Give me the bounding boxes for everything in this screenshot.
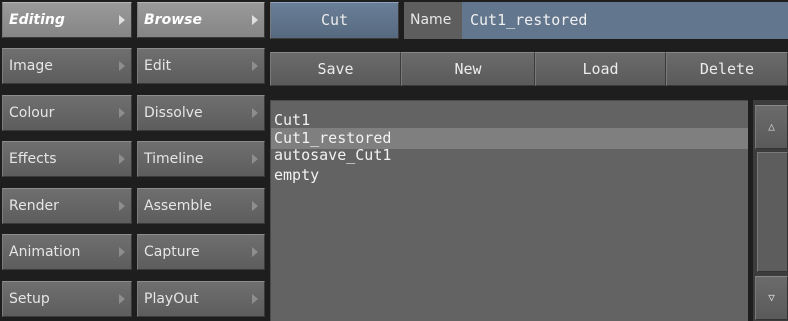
scroll-thumb[interactable] xyxy=(757,152,788,272)
load-button[interactable]: Load xyxy=(535,52,666,86)
delete-button[interactable]: Delete xyxy=(666,52,788,86)
submenu-arrow-icon xyxy=(119,201,125,211)
menu-item-assemble[interactable]: Assemble xyxy=(137,188,265,224)
menu-item-label: Editing xyxy=(9,12,65,28)
menu-item-label: Edit xyxy=(144,58,172,74)
menu-item-label: Colour xyxy=(9,105,55,121)
menu-item-label: Setup xyxy=(9,291,50,307)
menu-item-dissolve[interactable]: Dissolve xyxy=(137,95,265,131)
scroll-down-icon[interactable]: ▽ xyxy=(755,276,788,320)
menu-item-label: Image xyxy=(9,58,53,74)
submenu-arrow-icon xyxy=(252,201,258,211)
menu-item-label: Assemble xyxy=(144,198,212,214)
submenu-arrow-icon xyxy=(119,247,125,257)
menu-item-label: Capture xyxy=(144,244,200,260)
menu-item-colour[interactable]: Colour xyxy=(2,95,132,131)
app-window: Editing Image Colour Effects Render Anim… xyxy=(0,0,788,321)
name-field[interactable]: Cut1_restored xyxy=(462,2,788,39)
menu-item-timeline[interactable]: Timeline xyxy=(137,141,265,177)
name-label: Name xyxy=(404,2,462,39)
submenu-arrow-icon xyxy=(252,61,258,71)
menu-item-render[interactable]: Render xyxy=(2,188,132,224)
cut-list: Cut1 Cut1_restored autosave_Cut1 empty xyxy=(270,100,748,321)
menu-item-label: Effects xyxy=(9,151,57,167)
list-item[interactable]: empty xyxy=(271,165,748,186)
submenu-arrow-icon xyxy=(119,108,125,118)
menu-item-playout[interactable]: PlayOut xyxy=(137,281,265,317)
menu-item-browse[interactable]: Browse xyxy=(137,2,265,38)
submenu-arrow-icon xyxy=(119,15,125,25)
list-scrollbar[interactable]: △ ▽ xyxy=(753,100,788,321)
cut-button[interactable]: Cut xyxy=(270,2,399,39)
submenu-arrow-icon xyxy=(119,294,125,304)
submenu-arrow-icon xyxy=(252,294,258,304)
menu-item-edit[interactable]: Edit xyxy=(137,48,265,84)
submenu-arrow-icon xyxy=(119,61,125,71)
menu-item-editing[interactable]: Editing xyxy=(2,2,132,38)
new-button[interactable]: New xyxy=(401,52,535,86)
list-item[interactable]: autosave_Cut1 xyxy=(271,145,748,166)
submenu-arrow-icon xyxy=(119,154,125,164)
submenu-arrow-icon xyxy=(252,154,258,164)
menu-item-capture[interactable]: Capture xyxy=(137,234,265,270)
menu-item-label: PlayOut xyxy=(144,291,199,307)
menu-item-label: Animation xyxy=(9,244,81,260)
menu-item-label: Render xyxy=(9,198,59,214)
submenu-arrow-icon xyxy=(252,108,258,118)
scroll-up-icon[interactable]: △ xyxy=(755,105,788,149)
menu-item-effects[interactable]: Effects xyxy=(2,141,132,177)
menu-item-setup[interactable]: Setup xyxy=(2,281,132,317)
menu-item-label: Dissolve xyxy=(144,105,203,121)
save-button[interactable]: Save xyxy=(270,52,401,86)
menu-item-image[interactable]: Image xyxy=(2,48,132,84)
submenu-arrow-icon xyxy=(252,15,258,25)
submenu-arrow-icon xyxy=(252,247,258,257)
menu-item-label: Timeline xyxy=(144,151,204,167)
menu-item-animation[interactable]: Animation xyxy=(2,234,132,270)
menu-item-label: Browse xyxy=(144,12,202,28)
